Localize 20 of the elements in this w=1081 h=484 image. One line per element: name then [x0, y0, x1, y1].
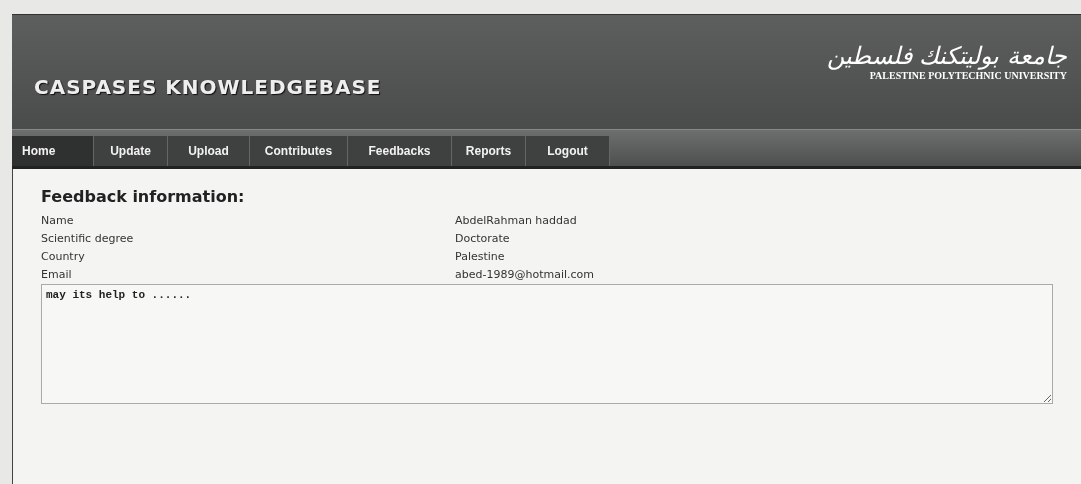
field-value: Palestine [455, 249, 506, 265]
field-value: AbdelRahman haddad [455, 213, 578, 229]
nav-tab[interactable]: Contributes [250, 136, 348, 166]
field-value: Doctorate [455, 231, 511, 247]
field-value: abed-1989@hotmail.com [455, 267, 595, 283]
site-title: CASPASES KNOWLEDGEBASE [34, 75, 382, 99]
university-logo-arabic: جامعة بوليتكنك فلسطين [826, 43, 1067, 70]
field-label: Name [41, 213, 75, 229]
university-name: PALESTINE POLYTECHNIC UNIVERSITY [869, 69, 1067, 81]
nav-tab[interactable]: Reports [452, 136, 526, 166]
nav-tab[interactable]: Feedbacks [348, 136, 452, 166]
nav-tab[interactable]: Update [94, 136, 168, 166]
message-field[interactable]: may its help to ...... [41, 284, 1053, 404]
nav-tab[interactable]: Home [12, 136, 94, 166]
section-heading: Feedback information: [41, 187, 246, 206]
field-label: Country [41, 249, 86, 265]
field-label: Scientific degree [41, 231, 135, 247]
nav-tab[interactable]: Upload [168, 136, 250, 166]
field-label: Email [41, 267, 73, 283]
nav-tab[interactable]: Logout [526, 136, 610, 166]
